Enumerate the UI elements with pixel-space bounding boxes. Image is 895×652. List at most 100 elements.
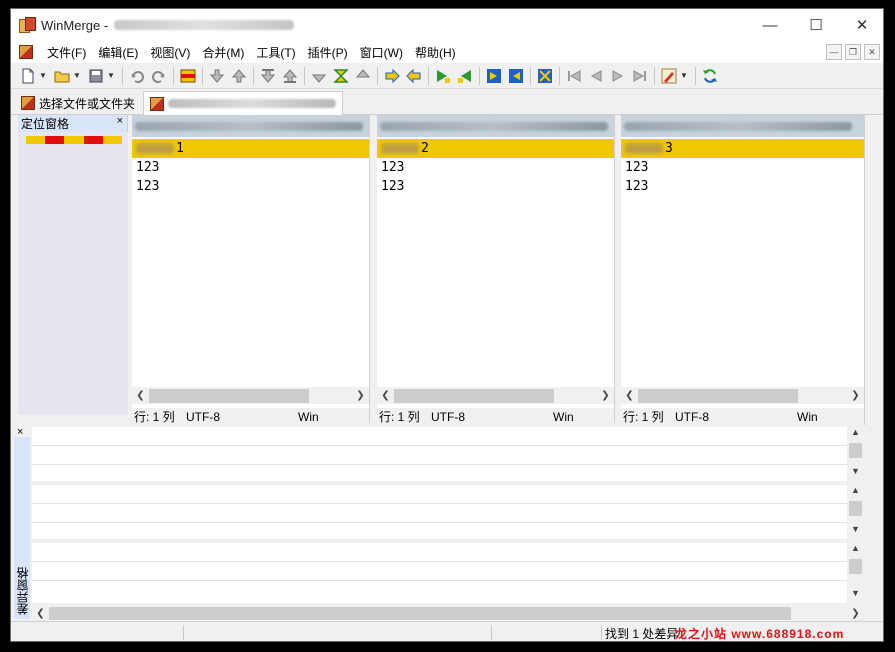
location-diff-segment[interactable] [83, 136, 103, 144]
copy-diff-icon[interactable] [332, 67, 350, 85]
mdi-minimize-button[interactable]: — [826, 44, 842, 60]
scroll-thumb[interactable] [49, 607, 791, 620]
options-icon[interactable] [660, 67, 678, 85]
location-pane-body[interactable] [18, 132, 128, 415]
copy-right-advance-icon[interactable] [434, 67, 452, 85]
maximize-button[interactable]: ☐ [793, 9, 839, 41]
first-diff-icon[interactable] [259, 67, 277, 85]
location-diff-segment[interactable] [64, 136, 84, 144]
diff-detail-hscrollbar[interactable]: ❮ ❯ [32, 605, 864, 622]
save-dropdown-icon[interactable]: ▼ [107, 71, 115, 80]
location-diff-segment[interactable] [26, 136, 46, 144]
scroll-up-icon[interactable]: ▲ [847, 543, 864, 558]
location-diff-segment[interactable] [45, 136, 65, 144]
middle-pane-content[interactable]: 2 123 123 [377, 139, 614, 379]
prev-file-icon[interactable] [587, 67, 605, 85]
diff-detail-middle[interactable]: ▲ ▼ [32, 485, 864, 539]
copy-left-icon[interactable] [405, 67, 423, 85]
left-pane[interactable]: 1 123 123 ❮ ❯ 行: 1 列 UTF-8 Win [132, 115, 370, 425]
next-file-icon[interactable] [609, 67, 627, 85]
menu-plugins[interactable]: 插件(P) [302, 44, 354, 61]
mdi-close-button[interactable]: ✕ [864, 44, 880, 60]
menu-window[interactable]: 窗口(W) [354, 44, 409, 61]
minimize-button[interactable]: — [747, 9, 793, 41]
open-dropdown-icon[interactable]: ▼ [73, 71, 81, 80]
prev-conflict-icon[interactable] [354, 67, 372, 85]
scroll-right-icon[interactable]: ❯ [352, 390, 369, 401]
scroll-up-icon[interactable]: ▲ [847, 427, 864, 442]
location-diff-segment[interactable] [102, 136, 123, 144]
options-dropdown-icon[interactable]: ▼ [680, 71, 688, 80]
right-pane-content[interactable]: 3 123 123 [621, 139, 864, 379]
scroll-down-icon[interactable]: ▼ [847, 588, 864, 603]
tab-select-files[interactable]: 选择文件或文件夹 [15, 91, 141, 115]
open-icon[interactable] [53, 67, 71, 85]
last-file-icon[interactable] [631, 67, 649, 85]
scroll-left-icon[interactable]: ❮ [377, 390, 394, 401]
scroll-right-icon[interactable]: ❯ [847, 608, 864, 619]
location-diff-bar[interactable] [26, 136, 123, 144]
vertical-scrollbar[interactable]: ▲ ▼ [847, 427, 864, 481]
save-icon[interactable] [87, 67, 105, 85]
copy-all-left-icon[interactable] [507, 67, 525, 85]
menu-edit[interactable]: 编辑(E) [92, 44, 144, 61]
close-button[interactable]: ✕ [839, 9, 883, 41]
undo-icon[interactable] [128, 67, 146, 85]
scroll-left-icon[interactable]: ❮ [132, 390, 149, 401]
current-diff-icon[interactable] [179, 67, 197, 85]
diff-detail-left[interactable]: ▲ ▼ [32, 427, 864, 481]
scroll-left-icon[interactable]: ❮ [621, 390, 638, 401]
scroll-thumb[interactable] [149, 388, 309, 403]
text-line[interactable]: 123 [621, 158, 864, 177]
title-bar[interactable]: WinMerge - — ☐ ✕ [11, 9, 883, 41]
document-icon[interactable] [19, 45, 33, 59]
refresh-icon[interactable] [701, 67, 719, 85]
scroll-thumb[interactable] [849, 501, 862, 516]
first-file-icon[interactable] [565, 67, 583, 85]
text-line[interactable]: 123 [621, 177, 864, 196]
next-conflict-icon[interactable] [310, 67, 328, 85]
copy-left-advance-icon[interactable] [456, 67, 474, 85]
scroll-right-icon[interactable]: ❯ [597, 390, 614, 401]
vertical-scrollbar[interactable]: ▲ ▼ [847, 485, 864, 539]
text-line[interactable]: 123 [132, 158, 369, 177]
text-line[interactable]: 123 [132, 177, 369, 196]
middle-pane[interactable]: 2 123 123 ❮ ❯ 行: 1 列 UTF-8 Win [377, 115, 615, 425]
diff-detail-right[interactable]: ▲ ▼ [32, 543, 864, 603]
menu-view[interactable]: 视图(V) [144, 44, 196, 61]
menu-file[interactable]: 文件(F) [41, 44, 92, 61]
menu-tools[interactable]: 工具(T) [250, 44, 301, 61]
copy-right-icon[interactable] [383, 67, 401, 85]
last-diff-icon[interactable] [281, 67, 299, 85]
new-icon[interactable] [19, 67, 37, 85]
tab-compare[interactable] [143, 91, 343, 115]
text-line[interactable]: 123 [377, 177, 614, 196]
middle-pane-hscrollbar[interactable]: ❮ ❯ [377, 387, 614, 404]
right-pane-hscrollbar[interactable]: ❮ ❯ [621, 387, 864, 404]
location-pane-close-icon[interactable]: × [117, 115, 123, 127]
scroll-down-icon[interactable]: ▼ [847, 524, 864, 539]
diff-line[interactable]: 3 [621, 139, 864, 158]
scroll-thumb[interactable] [394, 388, 554, 403]
scroll-thumb[interactable] [849, 443, 862, 458]
menu-help[interactable]: 帮助(H) [409, 44, 462, 61]
copy-all-right-icon[interactable] [485, 67, 503, 85]
right-pane[interactable]: 3 123 123 ❮ ❯ 行: 1 列 UTF-8 Win [621, 115, 865, 425]
scroll-up-icon[interactable]: ▲ [847, 485, 864, 500]
scroll-thumb[interactable] [849, 559, 862, 574]
scroll-right-icon[interactable]: ❯ [847, 390, 864, 401]
merge-icon[interactable] [536, 67, 554, 85]
diff-line[interactable]: 1 [132, 139, 369, 158]
menu-merge[interactable]: 合并(M) [196, 44, 250, 61]
text-line[interactable]: 123 [377, 158, 614, 177]
mdi-restore-button[interactable]: ❐ [845, 44, 861, 60]
new-dropdown-icon[interactable]: ▼ [39, 71, 47, 80]
scroll-down-icon[interactable]: ▼ [847, 466, 864, 481]
left-pane-hscrollbar[interactable]: ❮ ❯ [132, 387, 369, 404]
redo-icon[interactable] [150, 67, 168, 85]
next-diff-icon[interactable] [208, 67, 226, 85]
scroll-left-icon[interactable]: ❮ [32, 608, 49, 619]
left-pane-content[interactable]: 1 123 123 [132, 139, 369, 379]
diff-line[interactable]: 2 [377, 139, 614, 158]
prev-diff-icon[interactable] [230, 67, 248, 85]
